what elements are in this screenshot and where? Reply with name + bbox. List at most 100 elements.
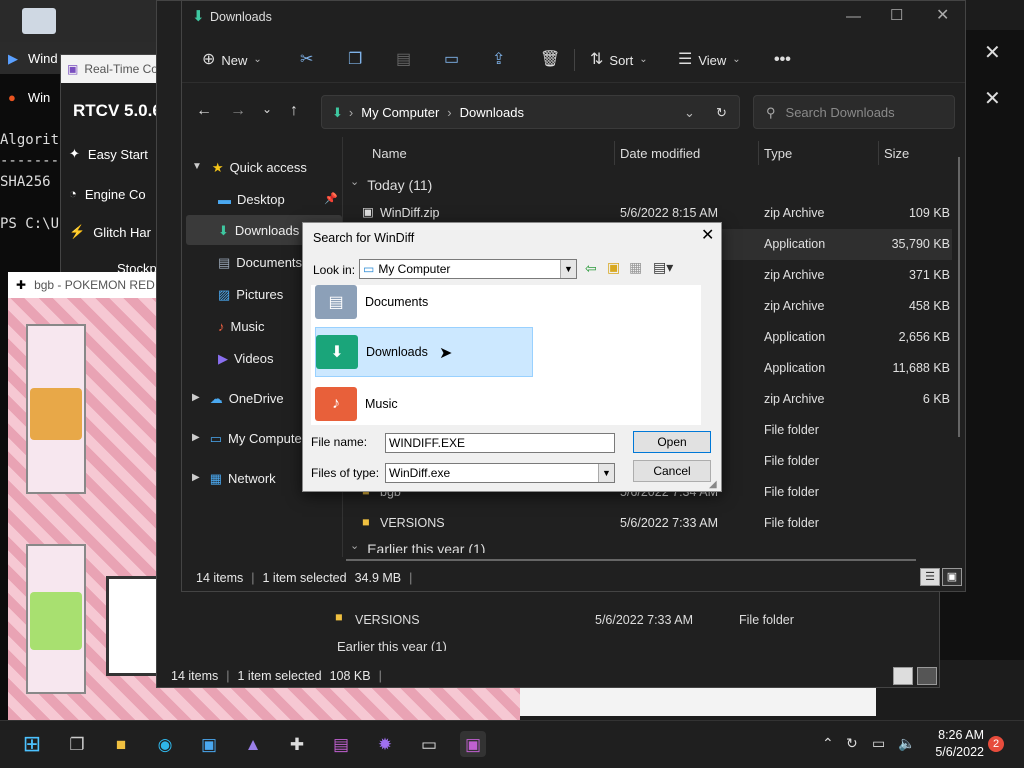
folder-icon: ■ xyxy=(362,515,370,529)
breadcrumb-root[interactable]: My Computer xyxy=(361,105,439,120)
sidebar-quick-access[interactable]: ▼ ★ Quick access xyxy=(192,152,342,182)
delete-button[interactable]: 🗑 xyxy=(540,45,560,75)
file-explorer-taskbar[interactable]: ■ xyxy=(108,731,134,757)
sync-icon[interactable]: ↻ xyxy=(846,736,858,750)
look-in-select[interactable]: ▭ My Computer ▼ xyxy=(359,259,577,279)
pin-icon: 📌 xyxy=(324,192,338,205)
downloads-folder-icon: ⬇ xyxy=(316,335,358,369)
wand-icon: ✦ xyxy=(69,146,80,161)
windows-logo-icon: ⊞ xyxy=(22,731,42,756)
maximize-icon[interactable]: ☐ xyxy=(890,8,903,23)
toolbar-divider xyxy=(574,49,575,71)
rtcv-menu-easy-start[interactable]: ✦ Easy Start xyxy=(69,147,148,162)
back-details-view-icon[interactable] xyxy=(893,667,913,685)
download-arrow-icon: ⬇ xyxy=(332,104,343,120)
rtcv-menu-engine[interactable]: ◔ Engine Co xyxy=(69,187,146,202)
clock[interactable]: 8:26 AM 5/6/2022 xyxy=(924,727,984,761)
start-button[interactable]: ⊞ xyxy=(19,731,45,757)
details-view-icon[interactable]: ☰ xyxy=(920,568,940,586)
view-menu-icon[interactable]: ▤▾ xyxy=(653,260,673,274)
status-selected: 1 item selected xyxy=(262,571,347,585)
task-view-button[interactable]: ❐ xyxy=(64,731,90,757)
column-name[interactable]: Name xyxy=(372,146,407,161)
expand-chevron-icon: ▶ xyxy=(192,432,200,443)
vertical-scrollbar[interactable] xyxy=(958,157,960,437)
glitch-icon: ⚡ xyxy=(69,224,86,239)
chevron-up-icon[interactable]: ⌃ xyxy=(822,736,834,750)
up-folder-icon[interactable]: ▣ xyxy=(607,260,620,274)
breadcrumb-current[interactable]: Downloads xyxy=(460,105,524,120)
cut-button[interactable]: ✂ xyxy=(300,45,313,75)
rtcv-menu-glitch[interactable]: ⚡ Glitch Har xyxy=(69,225,151,240)
new-button[interactable]: ⊕ New ⌄ xyxy=(202,45,262,75)
share-button[interactable]: ⇪ xyxy=(492,45,505,75)
back-arrow-icon[interactable]: ← xyxy=(196,103,212,119)
group-today[interactable]: ⌄ Today (11) xyxy=(350,177,432,194)
rtcv-version: RTCV 5.0.6 xyxy=(73,101,162,120)
close-icon[interactable]: ✕ xyxy=(984,40,1001,65)
rtcv-taskbar[interactable]: ▣ xyxy=(460,731,486,757)
forward-arrow-icon[interactable]: → xyxy=(230,103,246,119)
paste-button[interactable]: ▤ xyxy=(396,45,411,75)
recycle-bin-icon[interactable] xyxy=(22,8,56,34)
back-row-versions[interactable]: ■ VERSIONS 5/6/2022 7:33 AM File folder xyxy=(333,607,923,633)
search-box[interactable]: ⚲ Search Downloads xyxy=(753,95,955,129)
view-list-icon: ☰ xyxy=(678,51,693,68)
app-taskbar-1[interactable]: ▲ xyxy=(240,731,266,757)
dropdown-arrow-icon: ▼ xyxy=(560,260,576,278)
new-folder-icon[interactable]: ▦ xyxy=(629,260,642,274)
music-icon: ♪ xyxy=(218,318,225,334)
sort-button[interactable]: ⇅ Sort ⌄ xyxy=(590,45,648,75)
desktop-icon: ▬ xyxy=(218,191,231,207)
resize-grip-icon[interactable]: ◢ xyxy=(709,479,717,490)
refresh-icon[interactable]: ↻ xyxy=(716,106,727,119)
folder-item-music[interactable]: ♪ Music xyxy=(315,379,533,425)
address-dropdown-icon[interactable]: ⌄ xyxy=(684,106,695,119)
rename-button[interactable]: ▭ xyxy=(444,45,459,75)
column-date[interactable]: Date modified xyxy=(620,146,700,161)
back-row-name: VERSIONS xyxy=(355,613,420,627)
store-icon: ▣ xyxy=(200,734,218,754)
terminal-line: ------- xyxy=(0,153,60,169)
dialog-close-icon[interactable]: ✕ xyxy=(701,228,714,244)
store-taskbar[interactable]: ▣ xyxy=(196,731,222,757)
folder-list[interactable]: ▤ Documents ⬇ Downloads ♪ Music ➤ xyxy=(311,285,701,425)
file-row[interactable]: ■ VERSIONS 5/6/2022 7:33 AM File folder xyxy=(346,508,952,539)
notification-badge[interactable]: 2 xyxy=(988,736,1004,752)
folder-item-documents[interactable]: ▤ Documents xyxy=(315,285,533,327)
horizontal-scrollbar[interactable] xyxy=(346,559,916,561)
back-tiles-view-icon[interactable] xyxy=(917,667,937,685)
files-of-type-select[interactable]: WinDiff.exe ▼ xyxy=(385,463,615,483)
column-divider xyxy=(878,141,879,165)
column-type[interactable]: Type xyxy=(764,146,792,161)
more-options-button[interactable]: ••• xyxy=(774,45,791,75)
folder-item-downloads[interactable]: ⬇ Downloads xyxy=(315,327,533,377)
monitor-icon[interactable]: ▭ xyxy=(872,736,885,750)
view-button[interactable]: ☰ View ⌄ xyxy=(678,45,741,75)
tiles-view-icon[interactable]: ▣ xyxy=(942,568,962,586)
volume-icon[interactable]: 🔈 xyxy=(898,736,915,750)
address-bar[interactable]: ⬇ › My Computer › Downloads ⌄ ↻ xyxy=(321,95,740,129)
copy-button[interactable]: ❐ xyxy=(348,45,362,75)
back-group-earlier[interactable]: Earlier this year (1) xyxy=(337,639,447,651)
plus-circle-icon: ⊕ xyxy=(202,51,216,68)
file-name-input[interactable]: WINDIFF.EXE xyxy=(385,433,615,453)
terminal-taskbar[interactable]: ▭ xyxy=(416,731,442,757)
search-input[interactable]: Search Downloads xyxy=(786,105,895,120)
cancel-button[interactable]: Cancel xyxy=(633,460,711,482)
close-window-icon[interactable]: ✕ xyxy=(936,8,949,24)
edge-taskbar[interactable]: ◉ xyxy=(152,731,178,757)
documents-folder-icon: ▤ xyxy=(315,285,357,319)
app-taskbar-4[interactable]: ✹ xyxy=(372,731,398,757)
recent-chevron-icon[interactable]: ⌄ xyxy=(262,103,272,115)
open-button[interactable]: Open xyxy=(633,431,711,453)
minimize-icon[interactable]: — xyxy=(846,9,861,24)
close-icon-2[interactable]: ✕ xyxy=(984,86,1001,111)
app-taskbar-2[interactable]: ✚ xyxy=(284,731,310,757)
column-size[interactable]: Size xyxy=(884,146,909,161)
cloud-icon: ☁ xyxy=(209,390,223,406)
group-earlier[interactable]: ⌄ Earlier this year (1) xyxy=(350,541,485,553)
back-folder-icon[interactable]: ⇦ xyxy=(585,261,597,275)
app-taskbar-3[interactable]: ▤ xyxy=(328,731,354,757)
up-arrow-icon[interactable]: ↑ xyxy=(290,103,298,119)
